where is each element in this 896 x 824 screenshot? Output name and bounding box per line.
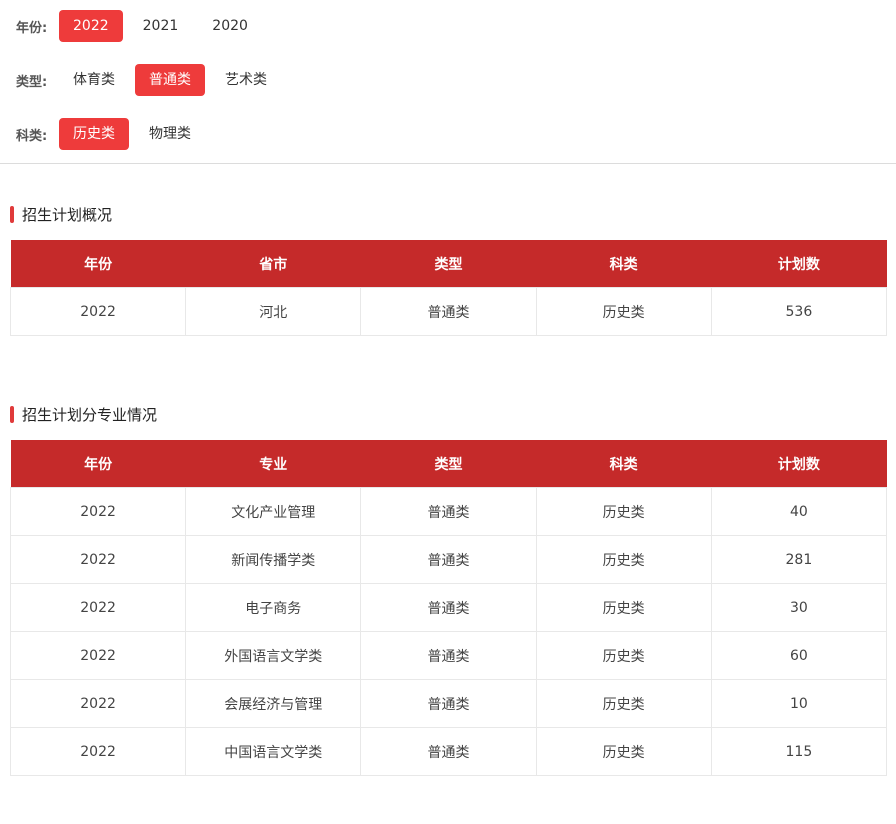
cell-major: 文化产业管理 <box>185 487 362 536</box>
subject-filter-label: 科类: <box>16 128 48 144</box>
col-header-subject: 科类 <box>536 240 712 288</box>
table-row: 2022 外国语言文学类 普通类 历史类 60 <box>9 631 888 680</box>
majors-title-text: 招生计划分专业情况 <box>22 405 158 424</box>
cell-type: 普通类 <box>360 487 537 536</box>
year-option-2021[interactable]: 2021 <box>129 10 193 42</box>
overview-title: 招生计划概况 <box>10 204 887 224</box>
cell-year: 2022 <box>9 679 187 728</box>
cell-major: 电子商务 <box>185 583 362 632</box>
cell-type: 普通类 <box>360 287 537 336</box>
cell-major: 新闻传播学类 <box>185 535 362 584</box>
cell-type: 普通类 <box>360 727 537 776</box>
subject-filter-row: 科类: 历史类 物理类 <box>16 118 896 150</box>
year-option-2022[interactable]: 2022 <box>59 10 123 42</box>
cell-type: 普通类 <box>360 679 537 728</box>
majors-section: 招生计划分专业情况 年份 专业 类型 科类 计划数 2022 文化产业管理 普通… <box>9 404 888 776</box>
overview-section: 招生计划概况 年份 省市 类型 科类 计划数 2022 河北 普通类 历史类 5… <box>9 204 888 336</box>
table-row: 2022 河北 普通类 历史类 536 <box>9 287 888 336</box>
table-row: 2022 新闻传播学类 普通类 历史类 281 <box>9 535 888 584</box>
cell-year: 2022 <box>9 727 187 776</box>
cell-major: 外国语言文学类 <box>185 631 362 680</box>
col-header-plan-count: 计划数 <box>711 240 887 288</box>
type-option-general[interactable]: 普通类 <box>135 64 205 96</box>
table-row: 2022 会展经济与管理 普通类 历史类 10 <box>9 679 888 728</box>
cell-plan-count: 60 <box>710 631 888 680</box>
overview-header-row: 年份 省市 类型 科类 计划数 <box>10 240 887 288</box>
col-header-plan-count: 计划数 <box>711 440 887 488</box>
year-filter-row: 年份: 2022 2021 2020 <box>16 10 896 42</box>
table-row: 2022 文化产业管理 普通类 历史类 40 <box>9 487 888 536</box>
type-filter-row: 类型: 体育类 普通类 艺术类 <box>16 64 896 96</box>
cell-plan-count: 10 <box>710 679 888 728</box>
cell-plan-count: 115 <box>710 727 888 776</box>
section-marker <box>10 405 14 423</box>
subject-option-history[interactable]: 历史类 <box>59 118 129 150</box>
cell-major: 会展经济与管理 <box>185 679 362 728</box>
year-filter-label: 年份: <box>16 20 48 36</box>
majors-title: 招生计划分专业情况 <box>10 404 887 424</box>
cell-subject: 历史类 <box>535 679 712 728</box>
table-row: 2022 中国语言文学类 普通类 历史类 115 <box>9 727 888 776</box>
cell-plan-count: 281 <box>710 535 888 584</box>
cell-subject: 历史类 <box>535 631 712 680</box>
type-filter-label: 类型: <box>16 74 48 90</box>
col-header-year: 年份 <box>10 240 186 288</box>
cell-subject: 历史类 <box>535 535 712 584</box>
cell-plan-count: 40 <box>710 487 888 536</box>
col-header-type: 类型 <box>360 440 537 488</box>
cell-subject: 历史类 <box>535 287 712 336</box>
cell-plan-count: 30 <box>710 583 888 632</box>
cell-province: 河北 <box>185 287 362 336</box>
type-option-sports[interactable]: 体育类 <box>59 64 129 96</box>
overview-title-text: 招生计划概况 <box>22 205 113 224</box>
cell-subject: 历史类 <box>535 727 712 776</box>
col-header-type: 类型 <box>360 240 537 288</box>
type-option-arts[interactable]: 艺术类 <box>211 64 281 96</box>
cell-year: 2022 <box>9 631 187 680</box>
filter-divider <box>0 163 896 164</box>
cell-year: 2022 <box>9 287 187 336</box>
cell-subject: 历史类 <box>535 487 712 536</box>
year-option-2020[interactable]: 2020 <box>198 10 262 42</box>
cell-year: 2022 <box>9 487 187 536</box>
cell-type: 普通类 <box>360 583 537 632</box>
majors-table: 年份 专业 类型 科类 计划数 2022 文化产业管理 普通类 历史类 40 2… <box>9 440 888 776</box>
cell-year: 2022 <box>9 535 187 584</box>
section-marker <box>10 205 14 223</box>
majors-header-row: 年份 专业 类型 科类 计划数 <box>10 440 887 488</box>
overview-table: 年份 省市 类型 科类 计划数 2022 河北 普通类 历史类 536 <box>9 240 888 336</box>
cell-subject: 历史类 <box>535 583 712 632</box>
cell-year: 2022 <box>9 583 187 632</box>
table-row: 2022 电子商务 普通类 历史类 30 <box>9 583 888 632</box>
filter-panel: 年份: 2022 2021 2020 类型: 体育类 普通类 艺术类 科类: 历… <box>0 0 896 153</box>
subject-option-physics[interactable]: 物理类 <box>135 118 205 150</box>
col-header-year: 年份 <box>10 440 186 488</box>
cell-type: 普通类 <box>360 535 537 584</box>
col-header-major: 专业 <box>185 440 361 488</box>
col-header-subject: 科类 <box>536 440 712 488</box>
cell-plan-count: 536 <box>710 287 888 336</box>
cell-major: 中国语言文学类 <box>185 727 362 776</box>
cell-type: 普通类 <box>360 631 537 680</box>
col-header-province: 省市 <box>185 240 361 288</box>
